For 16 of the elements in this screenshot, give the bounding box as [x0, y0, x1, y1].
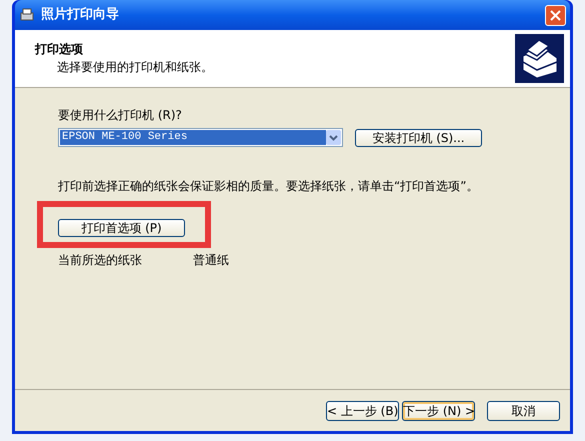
header-title: 打印选项: [35, 41, 84, 58]
wizard-button[interactable]: < 上一步 (B): [326, 400, 399, 420]
wizard-button[interactable]: 取消: [487, 400, 560, 420]
wizard-button[interactable]: 下一步 (N) >: [402, 400, 475, 420]
printer-dropdown[interactable]: EPSON ME-100 Series: [58, 128, 343, 147]
paper-hint-text: 打印前选择正确的纸张会保证影相的质量。要选择纸张，请单击“打印首选项”。: [58, 178, 480, 195]
current-paper-label: 当前所选的纸张: [58, 252, 143, 269]
close-icon: [550, 10, 561, 20]
current-paper-value: 普通纸: [193, 252, 229, 269]
print-preferences-button[interactable]: 打印首选项 (P): [58, 219, 185, 237]
printer-label: 要使用什么打印机 (R)?: [58, 107, 183, 124]
install-printer-button[interactable]: 安装打印机 (S)...: [355, 128, 482, 146]
close-button[interactable]: [545, 4, 566, 26]
printer-value: EPSON ME-100 Series: [60, 130, 326, 145]
window-title: 照片打印向导: [41, 6, 120, 24]
header-subtitle: 选择要使用的打印机和纸张。: [56, 59, 213, 76]
